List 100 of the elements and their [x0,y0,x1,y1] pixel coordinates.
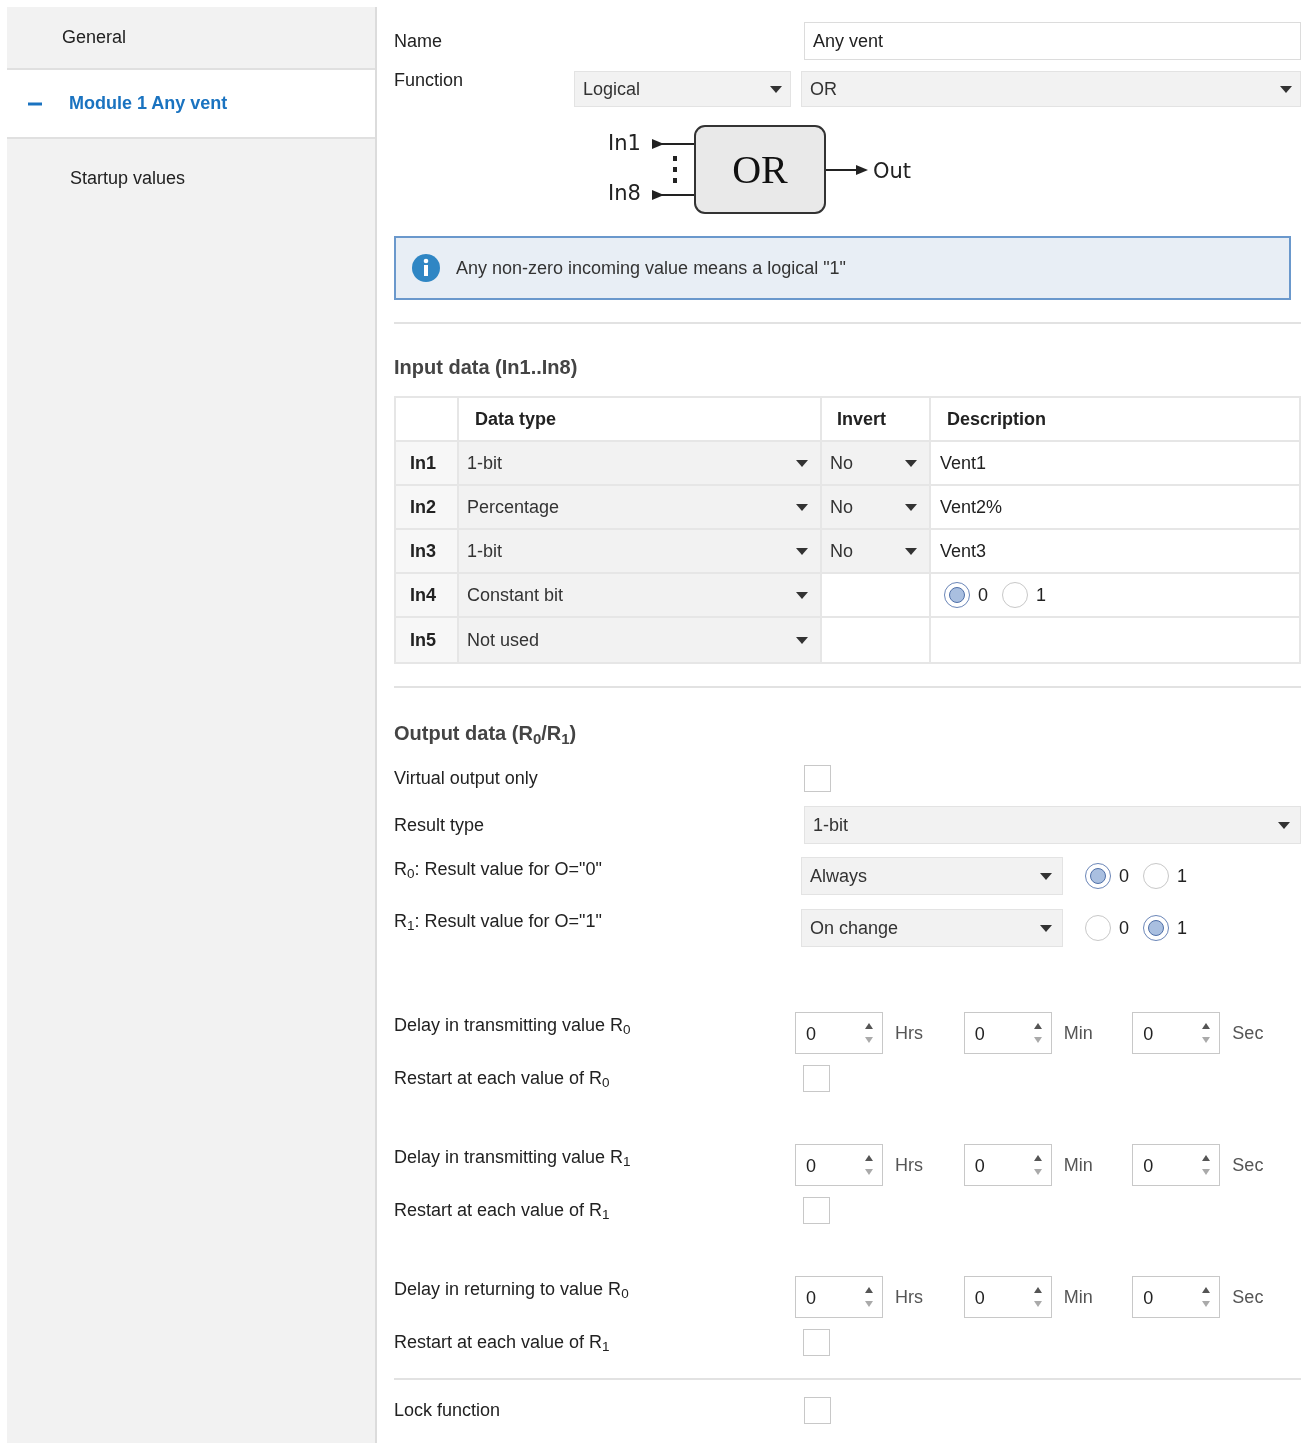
unit-label: Hrs [895,1285,924,1309]
description-cell[interactable]: Vent1 [940,449,987,477]
output-label: Out [872,159,911,183]
field-label: Virtual output only [394,766,539,790]
dropdown[interactable]: On change [801,909,1063,947]
number-field[interactable]: 0 [963,1144,1052,1186]
field-label: Delay in transmitting value R$_{1}$ [394,1146,632,1171]
unit-label: Sec [1232,1153,1264,1177]
radio-button[interactable] [944,582,970,608]
caret-icon [796,547,808,555]
tree-item[interactable]: Module 1 Any vent [7,70,375,137]
spinner-icon [1201,1154,1212,1176]
field-label: Lock function [394,1398,502,1422]
field-label: Restart at each value of R$_{1}$ [394,1330,611,1356]
spinner-icon [864,1154,875,1176]
unit-label: Min [1063,1153,1093,1177]
caret-icon [796,591,808,599]
radio-label: 0 [1119,916,1129,940]
section-title: Output data (R$_{0}$/R$_{1}$) [394,721,578,748]
dropdown[interactable]: Not used [459,618,822,662]
radio-button[interactable] [1143,915,1169,941]
spinner-icon [1032,1022,1043,1044]
checkbox[interactable] [804,1396,831,1424]
dropdown[interactable]: 1-bit [804,806,1301,844]
checkbox[interactable] [803,1196,830,1224]
caret-icon [1278,821,1290,829]
row-label: In1 [410,451,436,475]
radio-label: 1 [1036,583,1047,607]
field-label: Delay in returning to value R$_{0}$ [394,1278,630,1303]
section-title: Input data (In1..In8) [394,355,579,380]
spinner-icon [1032,1286,1043,1308]
dropdown[interactable]: Always [801,857,1063,895]
dropdown[interactable]: 1-bit [459,442,822,484]
radio-label: 0 [978,583,988,607]
radio-button[interactable] [1085,863,1111,889]
row-label: In3 [410,539,436,563]
caret-icon [796,503,808,511]
spinner-icon [1201,1286,1212,1308]
spinner-icon [1032,1154,1043,1176]
number-field[interactable]: 0 [963,1012,1052,1054]
number-field[interactable]: 0 [1132,1144,1221,1186]
dropdown[interactable]: No [822,486,931,528]
field-label: Delay in transmitting value R$_{0}$ [394,1014,632,1039]
caret-icon [796,459,808,467]
field-label: Result type [394,813,486,837]
dropdown[interactable]: 1-bit [459,530,822,572]
field-label: Restart at each value of R$_{1}$ [394,1198,611,1224]
row-label: In4 [410,583,436,607]
output-arrow [824,165,868,175]
number-field[interactable]: 0 [795,1012,884,1054]
description-cell[interactable]: Vent3 [940,537,987,565]
dropdown[interactable]: No [822,530,931,572]
name-field[interactable]: Any vent [804,22,1301,60]
number-field[interactable]: 0 [963,1276,1052,1318]
radio-label: 0 [1119,864,1129,888]
caret-icon [770,85,782,93]
dropdown[interactable]: Logical [574,71,791,107]
gate-label: OR [731,147,788,192]
dropdown[interactable]: No [822,442,931,484]
unit-label: Hrs [895,1153,924,1177]
column-header: Invert [837,407,887,431]
ellipsis-icon [672,156,677,183]
column-header: Description [947,407,1047,431]
field-label: Restart at each value of R$_{0}$ [394,1066,611,1092]
unit-label: Min [1063,1285,1093,1309]
description-cell[interactable]: Vent2% [940,493,1003,521]
spinner-icon [864,1286,875,1308]
unit-label: Min [1063,1021,1093,1045]
dropdown[interactable]: OR [801,71,1301,107]
unit-label: Hrs [895,1021,924,1045]
dropdown[interactable]: Percentage [459,486,822,528]
column-header: Data type [475,407,557,431]
input-label: In8 [607,181,641,205]
radio-button[interactable] [1085,915,1111,941]
checkbox[interactable] [804,764,831,792]
radio-button[interactable] [1143,863,1169,889]
caret-icon [1280,85,1292,93]
caret-icon [905,503,917,511]
info-text: Any non-zero incoming value means a logical "1" [456,256,846,280]
radio-label: 1 [1177,864,1188,888]
checkbox[interactable] [803,1328,830,1356]
row-label: In2 [410,495,436,519]
info-icon [412,254,440,282]
number-field[interactable]: 0 [795,1144,884,1186]
field-label: R$_{1}$: Result value for O="1" [394,910,603,935]
input-arrow [651,139,695,149]
caret-icon [1040,924,1052,932]
caret-icon [1040,872,1052,880]
dropdown[interactable]: Constant bit [459,574,822,616]
input-label: In1 [607,131,641,155]
field-label: Name [394,29,443,53]
number-field[interactable]: 0 [795,1276,884,1318]
checkbox[interactable] [803,1064,830,1092]
caret-icon [796,636,808,644]
spinner-icon [1201,1022,1212,1044]
radio-button[interactable] [1002,582,1028,608]
spinner-icon [864,1022,875,1044]
input-arrow [651,190,695,200]
number-field[interactable]: 0 [1132,1012,1221,1054]
number-field[interactable]: 0 [1132,1276,1221,1318]
